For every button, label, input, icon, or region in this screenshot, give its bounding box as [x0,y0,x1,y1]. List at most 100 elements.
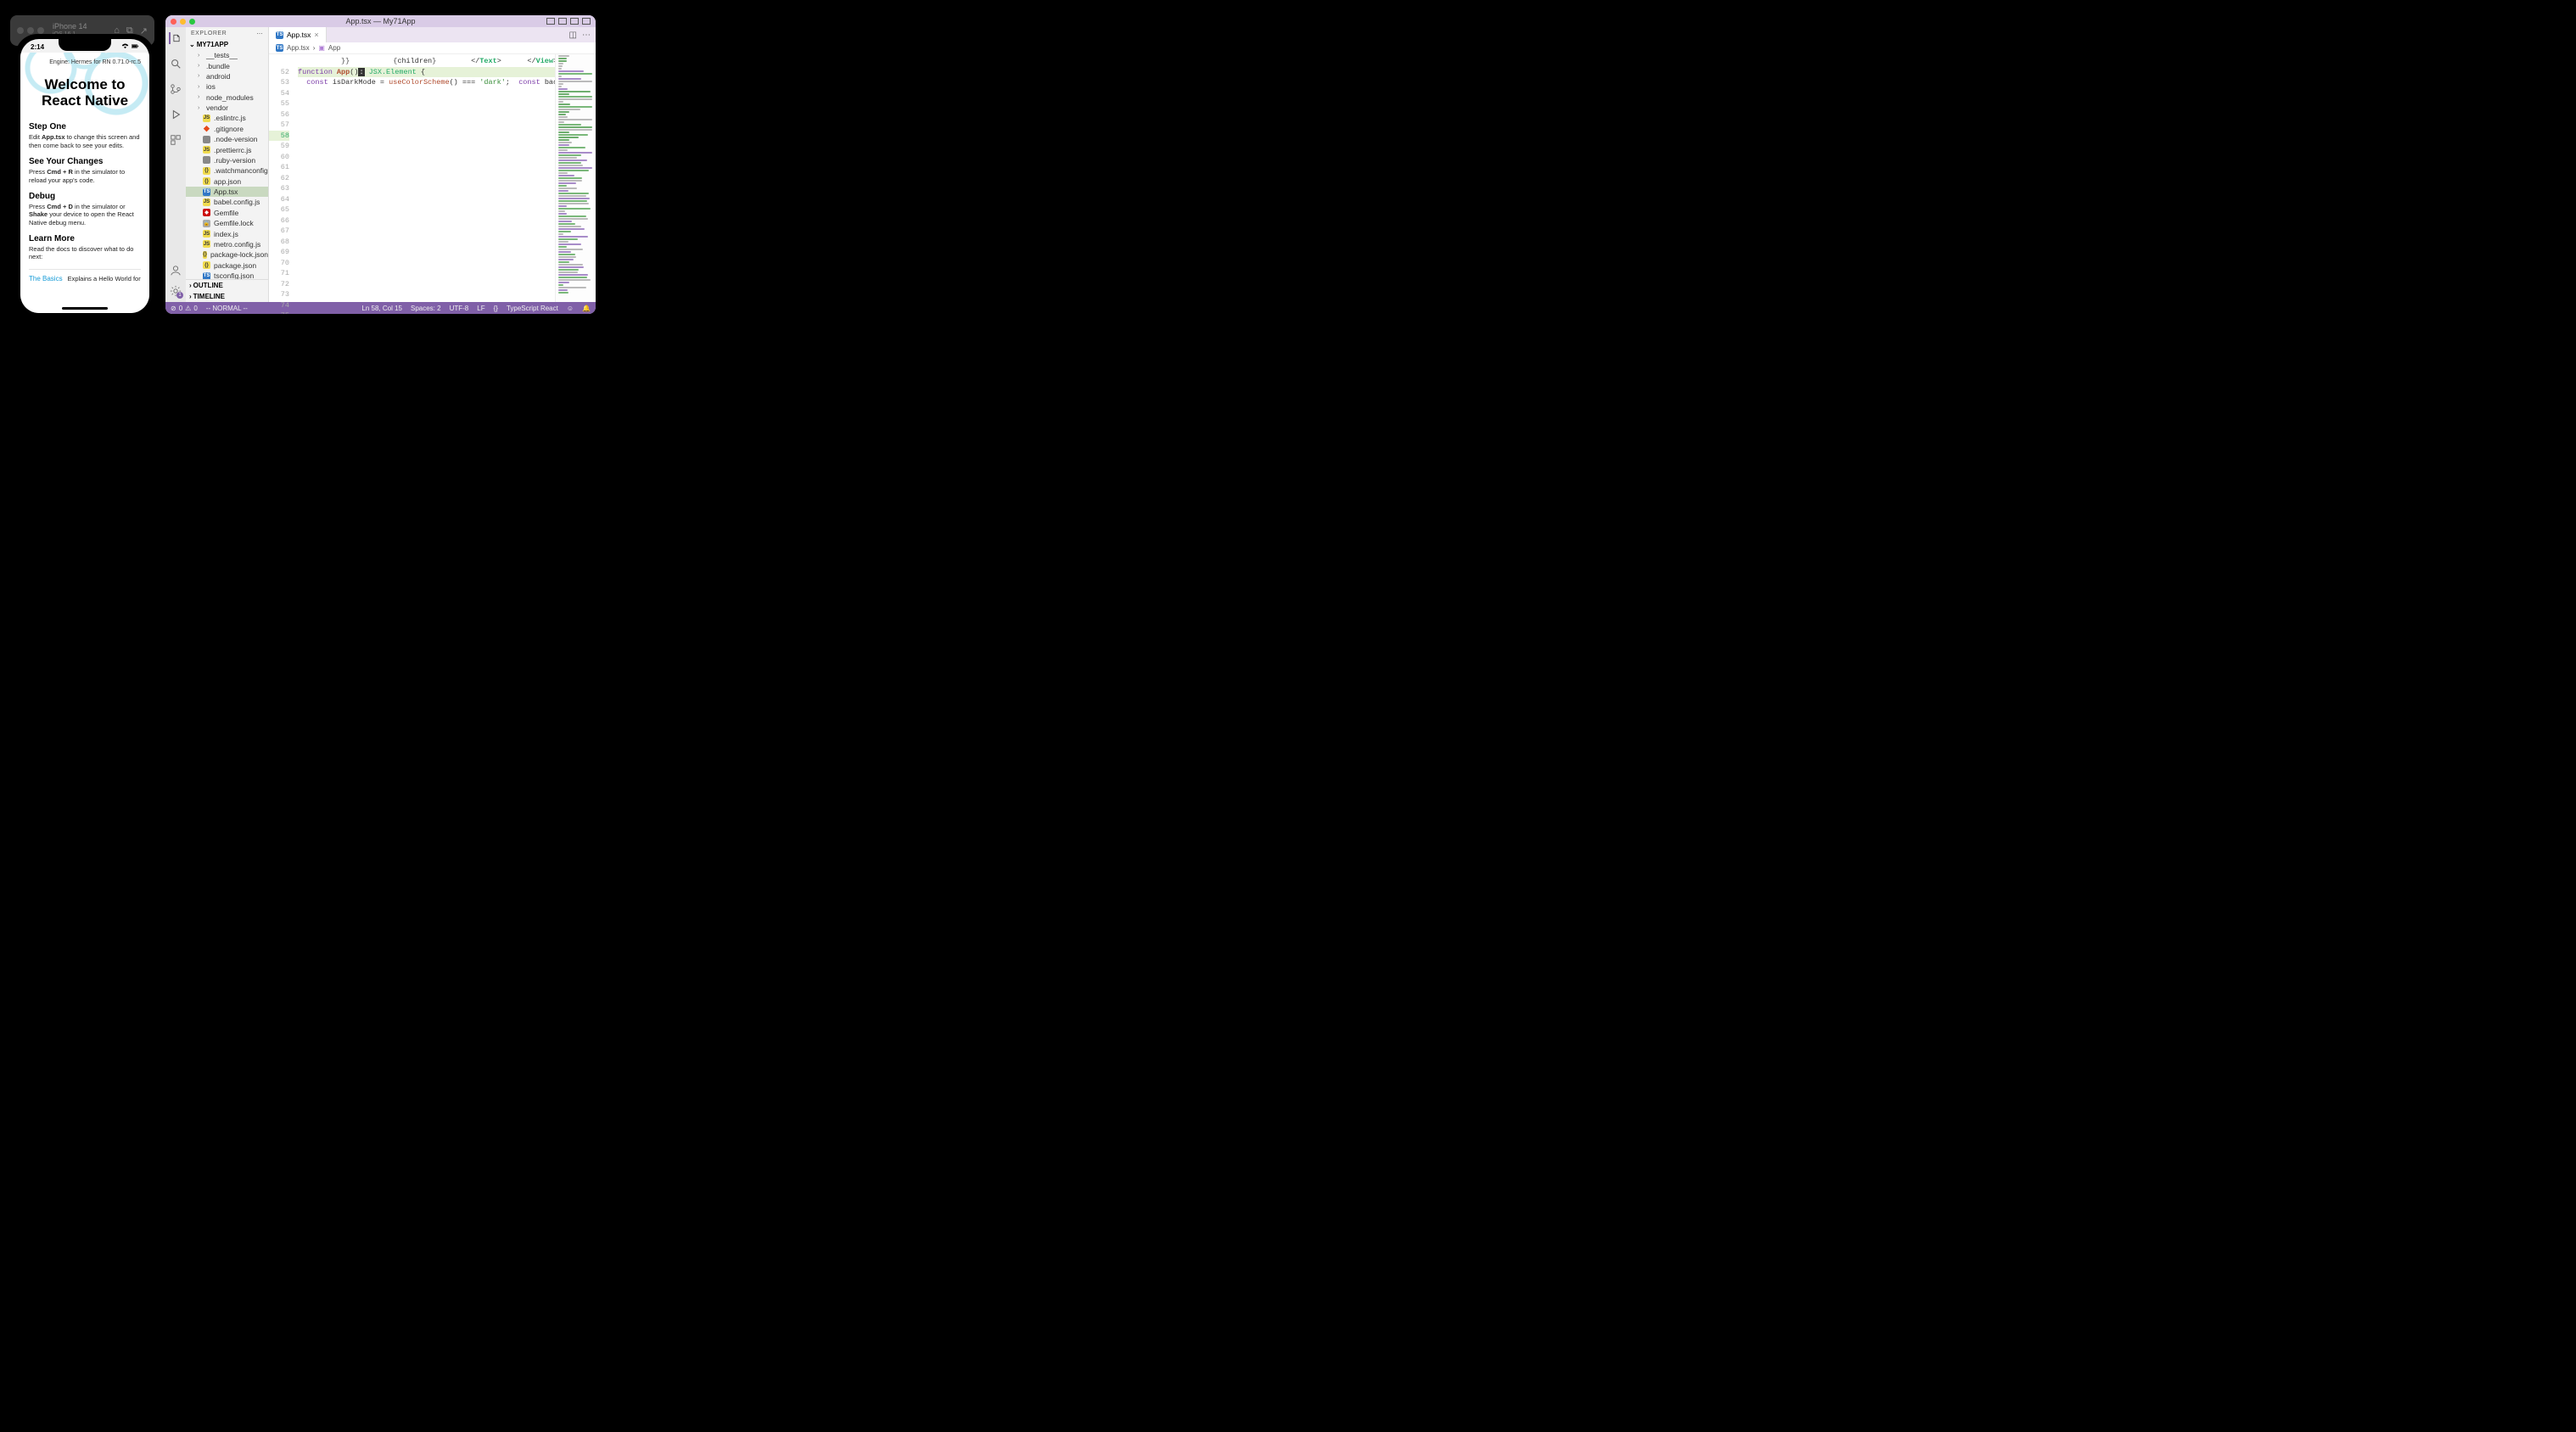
section-body: Edit App.tsx to change this screen and t… [29,133,141,149]
folder-node_modules[interactable]: ›node_modules [186,92,268,103]
folder-ios[interactable]: ›ios [186,81,268,92]
code-content[interactable]: }} {children} </Text> </View> ); }functi… [294,54,596,302]
feedback-icon[interactable]: ☺ [567,305,574,312]
vscode-window: App.tsx — My71App 1 EXPLORER ⋯ [165,15,596,314]
sim-traffic-lights[interactable] [17,27,44,34]
file-Gemfile[interactable]: ◆Gemfile [186,208,268,218]
eol[interactable]: LF [477,305,484,312]
iphone-screen[interactable]: 2:14 Engine: Hermes for RN 0.71.0-rc.5 W… [20,39,149,313]
search-icon[interactable] [170,58,182,70]
bell-icon[interactable]: 🔔 [582,305,591,312]
account-icon[interactable] [170,265,182,277]
editor-group: TS App.tsx × ◫ ⋯ TS App.tsx › ▣ App 5253… [269,27,596,302]
home-indicator[interactable] [62,307,108,310]
problems[interactable]: ⊘0 ⚠0 [171,305,198,312]
file-tsconfig.json[interactable]: TStsconfig.json [186,271,268,279]
folder-.bundle[interactable]: ›.bundle [186,60,268,70]
file-App.tsx[interactable]: TSApp.tsx [186,187,268,197]
tab-app-tsx[interactable]: TS App.tsx × [269,27,327,42]
section-title: Step One [29,122,141,131]
hero-title: Welcome toReact Native [25,77,144,109]
folder-vendor[interactable]: ›vendor [186,103,268,113]
battery-icon [132,43,139,51]
section-learn-more: Learn More Read the docs to discover wha… [29,234,141,261]
language-mode[interactable]: TypeScript React [507,305,558,312]
error-icon: ⊘ [171,305,176,312]
timeline-section[interactable]: ›TIMELINE [186,291,268,302]
section-title: Learn More [29,234,141,243]
file-.node-version[interactable]: .node-version [186,134,268,144]
explorer-sidebar[interactable]: EXPLORER ⋯ ⌄MY71APP ›__tests__›.bundle›a… [186,27,269,302]
vscode-titlebar[interactable]: App.tsx — My71App [165,15,596,27]
wifi-icon [121,43,129,51]
file-app.json[interactable]: {}app.json [186,176,268,187]
gear-badge: 1 [176,292,183,299]
section-debug: Debug Press Cmd + D in the simulator or … [29,192,141,227]
section-title: See Your Changes [29,157,141,166]
file-.prettierrc.js[interactable]: JS.prettierrc.js [186,144,268,154]
scm-icon[interactable] [170,83,182,95]
folder-__tests__[interactable]: ›__tests__ [186,50,268,60]
explorer-icon[interactable] [169,32,181,44]
explorer-label: EXPLORER [191,31,227,37]
file-tree[interactable]: ›__tests__›.bundle›android›ios›node_modu… [186,50,268,279]
learn-link-row[interactable]: The Basics Explains a Hello World for [29,269,141,282]
window-title: App.tsx — My71App [165,17,596,25]
close-icon[interactable]: × [314,31,318,39]
sections[interactable]: Step One Edit App.tsx to change this scr… [20,117,149,313]
file-package.json[interactable]: {}package.json [186,260,268,271]
outline-section[interactable]: ›OUTLINE [186,279,268,291]
code-editor[interactable]: 5253545556575859606162636465666768697071… [269,54,596,302]
file-.gitignore[interactable]: ◆.gitignore [186,124,268,134]
editor-tabs[interactable]: TS App.tsx × ◫ ⋯ [269,27,596,42]
project-header[interactable]: ⌄MY71APP [186,39,268,50]
language-braces-icon: {} [494,305,498,312]
rotate-icon[interactable]: ↗ [140,25,148,36]
iphone-frame: 2:14 Engine: Hermes for RN 0.71.0-rc.5 W… [15,34,154,318]
vim-mode: -- NORMAL -- [206,305,248,312]
ts-icon: TS [276,44,283,52]
ts-icon: TS [276,31,283,39]
basics-link[interactable]: The Basics [29,275,63,282]
chevron-right-icon: › [189,293,192,300]
chevron-right-icon: › [189,282,192,289]
section-body: Read the docs to discover what to do nex… [29,245,141,261]
chevron-down-icon: ⌄ [189,41,195,48]
welcome-hero: Engine: Hermes for RN 0.71.0-rc.5 Welcom… [20,53,149,117]
engine-banner: Engine: Hermes for RN 0.71.0-rc.5 [25,59,144,65]
activity-bar[interactable]: 1 [165,27,186,302]
section-step-one: Step One Edit App.tsx to change this scr… [29,122,141,149]
symbol-icon: ▣ [318,44,325,52]
debug-icon[interactable] [170,109,182,120]
file-metro.config.js[interactable]: JSmetro.config.js [186,239,268,249]
file-babel.config.js[interactable]: JSbabel.config.js [186,197,268,207]
section-title: Debug [29,192,141,201]
folder-android[interactable]: ›android [186,71,268,81]
file-index.js[interactable]: JSindex.js [186,228,268,238]
file-.watchmanconfig[interactable]: {}.watchmanconfig [186,165,268,176]
file-package-lock.json[interactable]: {}package-lock.json [186,249,268,260]
sim-device: iPhone 14 [53,23,87,31]
warning-icon: ⚠ [185,305,191,312]
indentation[interactable]: Spaces: 2 [411,305,441,312]
file-.eslintrc.js[interactable]: JS.eslintrc.js [186,113,268,123]
extensions-icon[interactable] [170,134,182,146]
breadcrumb[interactable]: TS App.tsx › ▣ App [269,42,596,54]
statusbar-time: 2:14 [31,43,44,51]
encoding[interactable]: UTF-8 [450,305,469,312]
split-editor-icon[interactable]: ◫ [569,31,577,40]
notch [59,39,111,51]
section-body: Press Cmd + D in the simulator or Shake … [29,203,141,227]
cursor-position[interactable]: Ln 58, Col 15 [361,305,402,312]
file-Gemfile.lock[interactable]: 🔒Gemfile.lock [186,218,268,228]
line-gutter[interactable]: 5253545556575859606162636465666768697071… [269,54,294,302]
tab-label: App.tsx [287,31,311,39]
section-body: Press Cmd + R in the simulator to reload… [29,168,141,184]
section-see-changes: See Your Changes Press Cmd + R in the si… [29,157,141,184]
file-.ruby-version[interactable]: .ruby-version [186,155,268,165]
more-icon[interactable]: ⋯ [582,31,591,40]
more-icon[interactable]: ⋯ [257,31,264,37]
settings-gear-icon[interactable]: 1 [170,285,182,297]
vscode-statusbar[interactable]: ⊘0 ⚠0 -- NORMAL -- Ln 58, Col 15 Spaces:… [165,302,596,314]
minimap[interactable] [555,54,596,302]
